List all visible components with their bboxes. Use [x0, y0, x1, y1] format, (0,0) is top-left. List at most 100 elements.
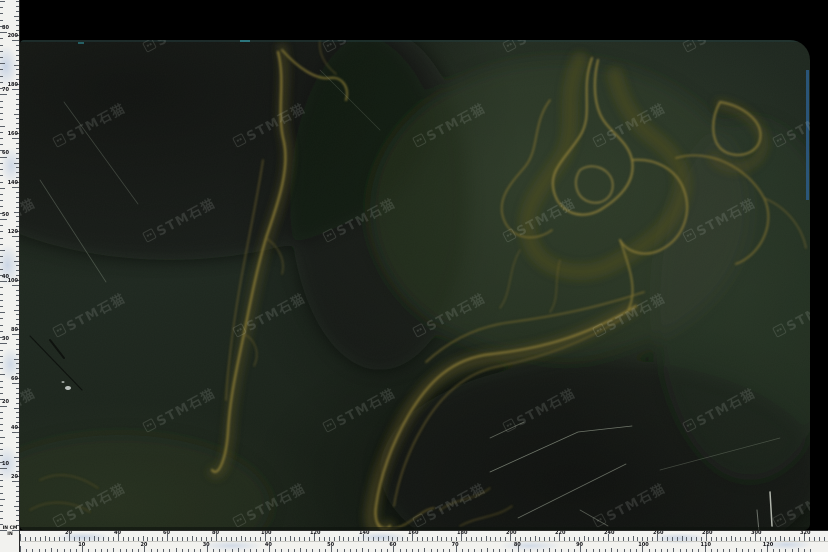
slab-photo	[20, 40, 810, 530]
vruler-cm-tick	[12, 285, 19, 286]
hruler-in-tick	[611, 548, 612, 552]
vruler-cm-tick	[16, 344, 19, 345]
vruler-in-tick	[0, 486, 3, 487]
vruler-cm-tick	[16, 447, 19, 448]
hruler-in-label: 70	[452, 543, 459, 548]
vruler-cm-tick	[16, 226, 19, 227]
vruler-cm-tick	[16, 520, 19, 521]
hruler-cm-tick	[760, 537, 761, 541]
hruler-cm-tick	[113, 537, 114, 541]
hruler-cm-tick	[250, 537, 251, 541]
hruler-cm-tick	[172, 537, 173, 541]
hruler-in-tick	[798, 548, 799, 552]
hruler-cm-tick	[642, 537, 643, 541]
hruler-cm-tick	[486, 536, 487, 541]
hruler-cm-tick	[780, 536, 781, 541]
vruler-in-label: 20	[2, 400, 9, 405]
vruler-cm-tick	[14, 114, 19, 115]
vruler-cm-tick	[16, 339, 19, 340]
vruler-in-tick	[0, 63, 5, 64]
hruler-cm-tick	[667, 537, 668, 541]
vruler-in-tick	[0, 331, 3, 332]
hruler-cm-label: 160	[408, 531, 418, 536]
hruler-cm-label: 120	[310, 531, 320, 536]
vruler-in-tick	[0, 269, 3, 270]
vruler-in-tick	[0, 38, 3, 39]
hruler-cm-tick	[652, 537, 653, 541]
vruler-cm-tick	[16, 314, 19, 315]
hruler-cm-label: 80	[212, 531, 219, 536]
vruler-cm-tick	[16, 99, 19, 100]
hruler-cm-tick	[275, 537, 276, 541]
hruler-cm-label: 220	[555, 531, 565, 536]
vruler-in-tick	[0, 412, 3, 413]
vruler-cm-tick	[16, 510, 19, 511]
hruler-cm-tick	[397, 537, 398, 541]
vruler-cm-tick	[12, 40, 19, 41]
slab-scan-viewer: STM石猫STM石猫STM石猫STM石猫STM石猫STM石猫STM石猫STM石猫…	[0, 0, 828, 552]
vruler-in-label: 40	[2, 275, 9, 280]
hruler-cm-tick	[417, 537, 418, 541]
vruler-cm-tick	[14, 261, 19, 262]
vruler-in-tick	[0, 101, 3, 102]
vruler-in-tick	[0, 350, 3, 351]
vruler-in-tick	[0, 406, 7, 407]
vruler-in-tick	[0, 82, 3, 83]
vruler-in-tick	[0, 132, 3, 133]
hruler-cm-tick	[94, 536, 95, 541]
vruler-in-tick	[0, 356, 3, 357]
vruler-in-tick	[0, 294, 3, 295]
hruler-cm-label: 240	[604, 531, 614, 536]
hruler-cm-tick	[525, 537, 526, 541]
hruler-cm-tick	[775, 537, 776, 541]
vruler-in-tick	[0, 381, 3, 382]
vruler-cm-tick	[16, 153, 19, 154]
hruler-cm-label: 40	[114, 531, 121, 536]
vruler-in-tick	[0, 306, 3, 307]
vruler-in-tick	[0, 206, 3, 207]
hruler-cm-tick	[672, 537, 673, 541]
vruler-in-tick	[0, 182, 3, 183]
vruler-in-tick	[0, 424, 3, 425]
hruler-cm-tick	[35, 537, 36, 541]
hruler-cm-tick	[549, 537, 550, 541]
hruler-cm-tick	[824, 537, 825, 541]
vruler-cm-tick	[16, 466, 19, 467]
vruler-in-tick	[0, 443, 3, 444]
hruler-cm-tick	[309, 537, 310, 541]
vruler-cm-label: 140	[8, 181, 18, 186]
vruler-cm-tick	[14, 163, 19, 164]
vruler-cm-tick	[16, 79, 19, 80]
vruler-cm-tick	[16, 74, 19, 75]
vruler-in-tick	[0, 499, 5, 500]
hruler-cm-tick	[241, 536, 242, 541]
vruler-in-tick	[0, 318, 3, 319]
hruler-cm-tick	[45, 536, 46, 541]
hruler-cm-tick	[304, 537, 305, 541]
hruler-cm-tick	[79, 537, 80, 541]
vruler-in-label: 60	[2, 151, 9, 156]
vruler-cm-tick	[16, 172, 19, 173]
hruler-cm-tick	[686, 537, 687, 541]
hruler-cm-tick	[133, 537, 134, 541]
vruler-cm-tick	[16, 109, 19, 110]
vruler-in-tick	[0, 107, 3, 108]
hruler-cm-tick	[368, 537, 369, 541]
hruler-cm-tick	[735, 537, 736, 541]
vruler-cm-tick	[16, 393, 19, 394]
hruler-cm-tick	[481, 537, 482, 541]
hruler-in-tick	[238, 548, 239, 552]
vruler-in-tick	[0, 51, 3, 52]
ruler-unit-corner: IN CM IN	[0, 524, 20, 552]
hruler-cm-tick	[123, 537, 124, 541]
horizontal-ruler-inch-row: 102030405060708090100110120	[0, 542, 828, 552]
hruler-in-label: 100	[638, 543, 648, 548]
vruler-in-tick	[0, 157, 7, 158]
vruler-in-label: 10	[2, 462, 9, 467]
hruler-in-tick	[424, 548, 425, 552]
hruler-cm-tick	[789, 537, 790, 541]
vruler-in-tick	[0, 163, 3, 164]
hruler-in-label: 50	[327, 543, 334, 548]
vruler-in-tick	[0, 511, 3, 512]
vruler-in-tick	[0, 113, 3, 114]
